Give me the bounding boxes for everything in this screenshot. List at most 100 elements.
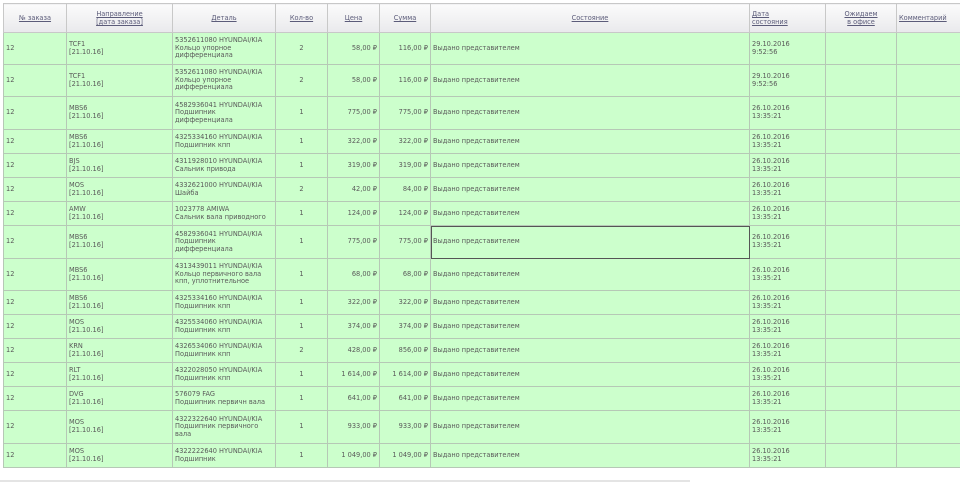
detail-line: дифференциала <box>175 115 233 124</box>
cell-qty: 2 <box>275 177 328 202</box>
cell-waiting-office <box>825 258 897 291</box>
cell-comment <box>896 290 960 315</box>
table-row[interactable]: 12 MOS [21.10.16] 4325534060 HYUNDAI/KIA Под… <box>3 314 960 339</box>
cell-comment <box>896 410 960 444</box>
cell-waiting-office <box>825 386 897 411</box>
table-row[interactable]: 12 BJS [21.10.16] 4311928010 HYUNDAI/KIA Сал… <box>3 153 960 178</box>
cell-direction: TCF1 [21.10.16] <box>66 32 173 65</box>
order-date: [21.10.16] <box>69 79 104 88</box>
cell-comment <box>896 362 960 387</box>
cell-price: 42,00 ₽ <box>327 177 380 202</box>
cell-direction: MBS6 [21.10.16] <box>66 96 173 130</box>
cell-price: 58,00 ₽ <box>327 32 380 65</box>
table-row[interactable]: 12 TCF1 [21.10.16] 5352611080 HYUNDAI/KIA Ко… <box>3 32 960 65</box>
header-order-no[interactable]: № заказа <box>3 3 67 33</box>
cell-direction: MBS6 [21.10.16] <box>66 129 173 154</box>
header-qty[interactable]: Кол-во <box>275 3 328 33</box>
table-row[interactable]: 12 RLT [21.10.16] 4322028050 HYUNDAI/KIA Под… <box>3 362 960 387</box>
order-date: [21.10.16] <box>69 373 104 382</box>
table-row[interactable]: 12 MOS [21.10.16] 4332621000 HYUNDAI/KIA Шай… <box>3 177 960 202</box>
cell-direction: DVG [21.10.16] <box>66 386 173 411</box>
cell-state[interactable]: Выдано представителем <box>430 64 750 97</box>
cell-detail: 4311928010 HYUNDAI/KIA Сальник привода <box>172 153 276 178</box>
cell-state[interactable]: Выдано представителем <box>430 386 750 411</box>
cell-order-no: 12 <box>3 129 67 154</box>
cell-detail: 4322028050 HYUNDAI/KIA Подшипник кпп <box>172 362 276 387</box>
detail-line: дифференциала <box>175 244 233 253</box>
state-time: 13:35:21 <box>752 454 782 463</box>
table-row[interactable]: 12 MBS6 [21.10.16] 4313439011 HYUNDAI/KIA Ко… <box>3 258 960 291</box>
cell-state[interactable]: Выдано представителем <box>430 177 750 202</box>
horizontal-scrollbar[interactable] <box>0 480 690 482</box>
cell-detail: 4325334160 HYUNDAI/KIA Подшипник кпп <box>172 290 276 315</box>
order-date: [21.10.16] <box>69 188 104 197</box>
table-row[interactable]: 12 MBS6 [21.10.16] 4325334160 HYUNDAI/KIA По… <box>3 129 960 154</box>
cell-sum: 1 049,00 ₽ <box>379 443 431 468</box>
cell-price: 322,00 ₽ <box>327 129 380 154</box>
cell-state[interactable]: Выдано представителем <box>430 314 750 339</box>
table-row[interactable]: 12 MOS [21.10.16] 4322222640 HYUNDAI/KIA Под… <box>3 443 960 468</box>
state-time: 13:35:21 <box>752 212 782 221</box>
cell-direction: MOS [21.10.16] <box>66 443 173 468</box>
cell-comment <box>896 129 960 154</box>
cell-detail: 4582936041 HYUNDAI/KIA Подшипник дифференц… <box>172 225 276 259</box>
cell-state[interactable]: Выдано представителем <box>430 362 750 387</box>
cell-state[interactable]: Выдано представителем <box>430 258 750 291</box>
header-waiting-office[interactable]: Ожидаем в офисе <box>825 3 897 33</box>
cell-direction: MOS [21.10.16] <box>66 410 173 444</box>
detail-line: Подшипник кпп <box>175 301 231 310</box>
table-row[interactable]: 12 MBS6 [21.10.16] 4582936041 HYUNDAI/KIA По… <box>3 225 960 259</box>
orders-table: № заказа Направление [дата заказа] Деталь… <box>3 3 960 468</box>
table-row[interactable]: 12 MOS [21.10.16] 4322322640 HYUNDAI/KIA Под… <box>3 410 960 444</box>
cell-order-no: 12 <box>3 64 67 97</box>
cell-order-no: 12 <box>3 314 67 339</box>
cell-sum: 775,00 ₽ <box>379 96 431 130</box>
cell-state[interactable]: Выдано представителем <box>430 443 750 468</box>
cell-state[interactable]: Выдано представителем <box>430 290 750 315</box>
cell-state[interactable]: Выдано представителем <box>430 201 750 226</box>
cell-detail: 4322222640 HYUNDAI/KIA Подшипник <box>172 443 276 468</box>
header-sum[interactable]: Сумма <box>379 3 431 33</box>
table-row[interactable]: 12 MBS6 [21.10.16] 4325334160 HYUNDAI/KIA По… <box>3 290 960 315</box>
cell-order-no: 12 <box>3 290 67 315</box>
cell-state-date: 26.10.2016 13:35:21 <box>749 338 826 363</box>
cell-sum: 84,00 ₽ <box>379 177 431 202</box>
table-row[interactable]: 12 TCF1 [21.10.16] 5352611080 HYUNDAI/KIA Ко… <box>3 64 960 97</box>
state-time: 13:35:21 <box>752 273 782 282</box>
table-row[interactable]: 12 AMW [21.10.16] 1023778 AMIWA Сальник вала… <box>3 201 960 226</box>
cell-comment <box>896 153 960 178</box>
table-row[interactable]: 12 KRN [21.10.16] 4326534060 HYUNDAI/KIA Под… <box>3 338 960 363</box>
cell-order-no: 12 <box>3 177 67 202</box>
header-direction[interactable]: Направление [дата заказа] <box>66 3 173 33</box>
cell-order-no: 12 <box>3 386 67 411</box>
header-state[interactable]: Состояние <box>430 3 750 33</box>
cell-state[interactable]: Выдано представителем <box>430 338 750 363</box>
state-time: 9:52:56 <box>752 47 778 56</box>
cell-price: 319,00 ₽ <box>327 153 380 178</box>
cell-state[interactable]: Выдано представителем <box>430 32 750 65</box>
table-row[interactable]: 12 DVG [21.10.16] 576079 FAG Подшипник перви… <box>3 386 960 411</box>
cell-state-date: 26.10.2016 13:35:21 <box>749 201 826 226</box>
table-header-row: № заказа Направление [дата заказа] Деталь… <box>3 3 960 33</box>
cell-state[interactable]: Выдано представителем <box>430 153 750 178</box>
cell-comment <box>896 386 960 411</box>
header-price[interactable]: Цена <box>327 3 380 33</box>
cell-order-no: 12 <box>3 225 67 259</box>
cell-state-date: 26.10.2016 13:35:21 <box>749 443 826 468</box>
cell-state[interactable]: Выдано представителем <box>430 225 750 259</box>
cell-state[interactable]: Выдано представителем <box>430 129 750 154</box>
cell-state-date: 26.10.2016 13:35:21 <box>749 362 826 387</box>
header-comment[interactable]: Комментарий <box>896 3 960 33</box>
cell-state[interactable]: Выдано представителем <box>430 96 750 130</box>
cell-state[interactable]: Выдано представителем <box>430 410 750 444</box>
cell-waiting-office <box>825 338 897 363</box>
header-state-date[interactable]: Дата состояния <box>749 3 826 33</box>
cell-detail: 576079 FAG Подшипник первичн вала <box>172 386 276 411</box>
cell-waiting-office <box>825 362 897 387</box>
table-row[interactable]: 12 MBS6 [21.10.16] 4582936041 HYUNDAI/KIA По… <box>3 96 960 130</box>
cell-qty: 1 <box>275 225 328 259</box>
cell-state-date: 29.10.2016 9:52:56 <box>749 32 826 65</box>
cell-qty: 1 <box>275 290 328 315</box>
header-detail[interactable]: Деталь <box>172 3 276 33</box>
detail-line: Подшипник кпп <box>175 373 231 382</box>
